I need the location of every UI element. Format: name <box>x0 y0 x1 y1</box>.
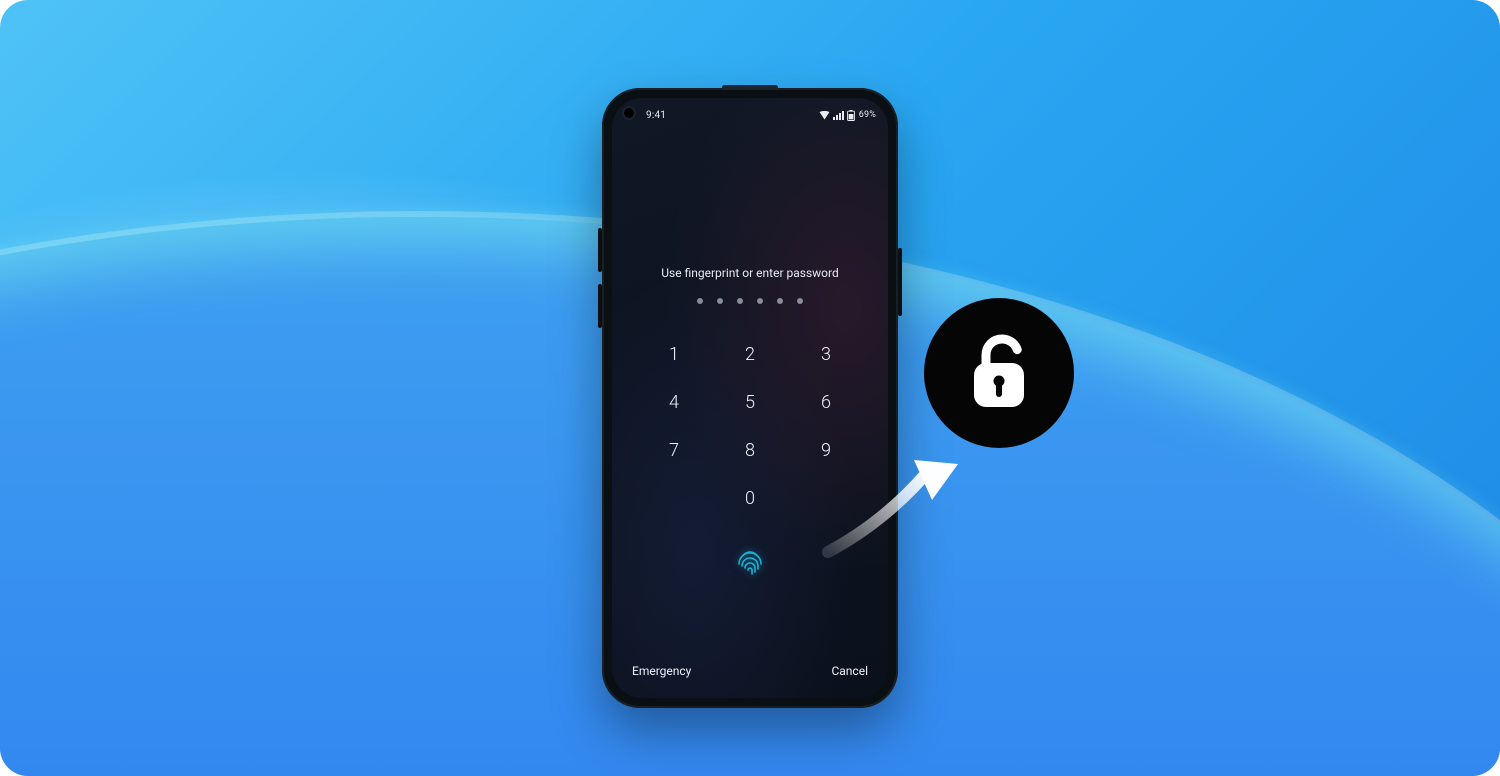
fingerprint-sensor[interactable] <box>728 538 772 582</box>
volume-down-button <box>598 284 602 328</box>
pin-dot <box>697 298 703 304</box>
wifi-icon <box>819 111 830 120</box>
illustration-card: 9:41 <box>0 0 1500 776</box>
lock-bottom-bar: Emergency Cancel <box>612 648 888 698</box>
front-camera <box>624 108 634 118</box>
phone-mock: 9:41 <box>602 88 898 708</box>
keypad-7[interactable]: 7 <box>646 428 702 472</box>
keypad-3[interactable]: 3 <box>798 332 854 376</box>
fingerprint-icon <box>732 542 768 578</box>
emergency-button[interactable]: Emergency <box>632 664 691 678</box>
keypad-5[interactable]: 5 <box>722 380 778 424</box>
pin-dot <box>737 298 743 304</box>
volume-up-button <box>598 228 602 272</box>
pin-dot <box>717 298 723 304</box>
battery-icon <box>847 110 855 121</box>
keypad-8[interactable]: 8 <box>722 428 778 472</box>
keypad-1[interactable]: 1 <box>646 332 702 376</box>
keypad-2[interactable]: 2 <box>722 332 778 376</box>
keypad-0[interactable]: 0 <box>722 476 778 520</box>
status-indicators: 69% <box>819 110 876 121</box>
speaker-grille <box>722 85 778 90</box>
pin-dot <box>797 298 803 304</box>
power-button <box>898 248 902 316</box>
cancel-button[interactable]: Cancel <box>831 664 868 678</box>
battery-percent: 69% <box>859 110 876 120</box>
phone-screen: 9:41 <box>612 98 888 698</box>
signal-icon <box>833 111 844 120</box>
pin-dots <box>697 298 803 304</box>
keypad-6[interactable]: 6 <box>798 380 854 424</box>
status-bar: 9:41 <box>612 98 888 126</box>
unlock-icon <box>964 331 1034 415</box>
arrow-icon <box>820 440 970 564</box>
lock-screen: Use fingerprint or enter password 1 2 3 … <box>612 126 888 648</box>
pin-dot <box>757 298 763 304</box>
status-time: 9:41 <box>646 110 666 121</box>
keypad-4[interactable]: 4 <box>646 380 702 424</box>
lock-prompt: Use fingerprint or enter password <box>661 266 838 280</box>
pin-dot <box>777 298 783 304</box>
unlock-badge <box>924 298 1074 448</box>
